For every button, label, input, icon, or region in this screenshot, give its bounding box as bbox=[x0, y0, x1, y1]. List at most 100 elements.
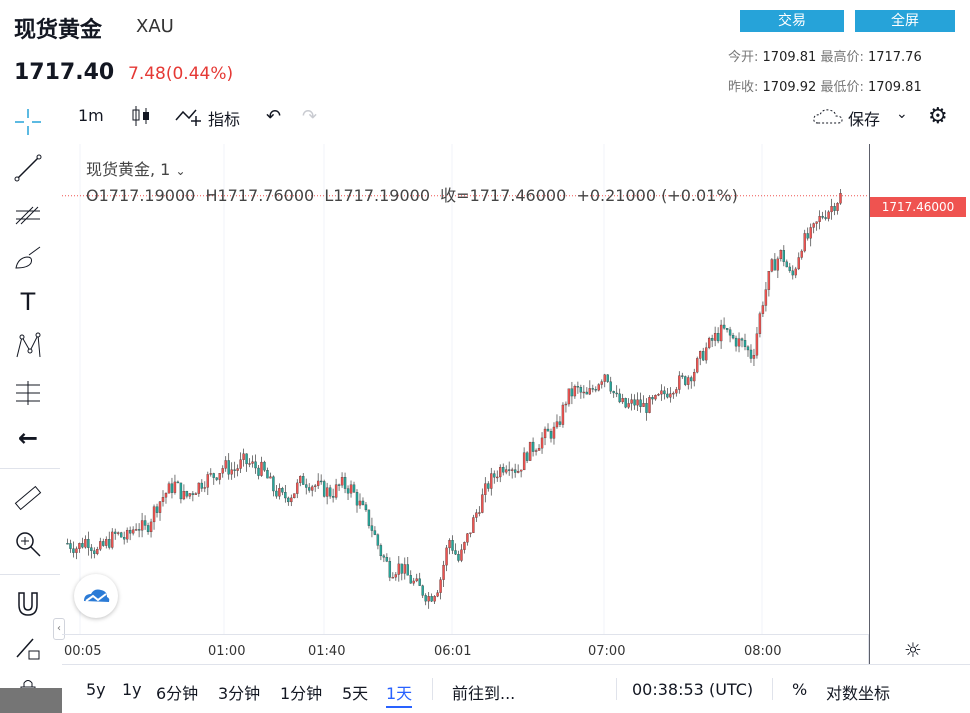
candle-body bbox=[269, 476, 272, 479]
x-tick-label: 00:05 bbox=[64, 644, 102, 659]
text-tool-icon[interactable]: T bbox=[12, 286, 44, 318]
candle-body bbox=[87, 539, 90, 548]
indicators-icon[interactable] bbox=[174, 104, 204, 132]
range-1min[interactable]: 1分钟 bbox=[280, 680, 322, 704]
candle-body bbox=[543, 428, 547, 439]
candle-body bbox=[349, 484, 353, 494]
zoom-in-icon[interactable] bbox=[12, 528, 44, 560]
candle-body bbox=[594, 389, 597, 391]
candle-body bbox=[358, 500, 362, 506]
range-1y[interactable]: 1y bbox=[122, 680, 142, 699]
save-button[interactable]: 保存 bbox=[848, 106, 880, 130]
indicators-button[interactable]: 指标 bbox=[208, 106, 240, 130]
candle-body bbox=[719, 324, 723, 342]
candle-body bbox=[284, 492, 287, 499]
candle-body bbox=[561, 404, 565, 425]
candle-body bbox=[230, 469, 233, 475]
fullscreen-button[interactable]: 全屏 bbox=[855, 10, 955, 32]
cloud-icon[interactable] bbox=[812, 106, 844, 130]
lock-pencil-icon[interactable] bbox=[12, 632, 44, 664]
utc-clock[interactable]: 00:38:53 (UTC) bbox=[632, 680, 753, 699]
chevron-down-icon[interactable]: ⌄ bbox=[896, 106, 908, 122]
candle-body bbox=[340, 477, 344, 486]
candle-body bbox=[800, 250, 803, 258]
high-value: 1717.76 bbox=[867, 50, 922, 65]
candle-body bbox=[236, 468, 239, 471]
bottom-divider bbox=[432, 678, 433, 700]
candle-body bbox=[296, 482, 299, 494]
candle-body bbox=[702, 351, 705, 361]
range-1d[interactable]: 1天 bbox=[386, 680, 413, 708]
log-scale-toggle[interactable]: 对数坐标 bbox=[826, 680, 890, 704]
candle-body bbox=[785, 261, 788, 268]
percent-toggle[interactable]: % bbox=[792, 680, 807, 699]
range-5y[interactable]: 5y bbox=[86, 680, 106, 699]
candle-body bbox=[570, 388, 574, 397]
candle-body bbox=[615, 392, 618, 395]
back-arrow-icon[interactable]: ← bbox=[12, 422, 44, 454]
candle-body bbox=[534, 450, 538, 452]
bottom-divider bbox=[616, 678, 617, 700]
candle-body bbox=[782, 250, 785, 262]
legend-instrument[interactable]: 现货黄金, 1 ⌄ bbox=[86, 156, 186, 180]
measure-lines-icon[interactable] bbox=[12, 376, 44, 408]
candle-body bbox=[322, 481, 326, 497]
settings-gear-icon[interactable]: ⚙ bbox=[928, 106, 948, 128]
candle-body bbox=[146, 525, 150, 533]
candle-body bbox=[164, 493, 168, 498]
candle-body bbox=[278, 488, 281, 497]
prev-close-value: 1709.92 bbox=[762, 80, 817, 95]
candle-body bbox=[460, 549, 463, 561]
trend-line-icon[interactable] bbox=[12, 152, 44, 184]
drawing-toolbar: T ← bbox=[0, 100, 60, 713]
fib-tool-icon[interactable] bbox=[12, 196, 44, 228]
candle-body bbox=[281, 488, 284, 493]
instrument-title: 现货黄金 bbox=[14, 18, 103, 43]
candle-body bbox=[770, 259, 774, 272]
ruler-icon[interactable] bbox=[12, 482, 44, 514]
redo-icon[interactable]: ↷ bbox=[302, 106, 317, 127]
candle-type-icon[interactable] bbox=[130, 104, 152, 132]
candle-body bbox=[131, 529, 135, 534]
logo-bubble[interactable] bbox=[74, 574, 118, 618]
candle-body bbox=[376, 534, 380, 546]
interval-button[interactable]: 1m bbox=[78, 106, 104, 125]
candle-body bbox=[206, 474, 209, 488]
candle-body bbox=[179, 482, 183, 500]
goto-date-button[interactable]: 前往到... bbox=[452, 680, 515, 704]
candle-body bbox=[576, 386, 580, 388]
range-5d[interactable]: 5天 bbox=[342, 680, 368, 704]
range-6min[interactable]: 6分钟 bbox=[156, 680, 198, 704]
candle-body bbox=[93, 550, 96, 554]
chevron-down-icon[interactable]: ⌄ bbox=[175, 164, 185, 178]
candle-body bbox=[149, 521, 153, 533]
candle-body bbox=[355, 492, 359, 506]
candle-body bbox=[525, 452, 529, 461]
candle-body bbox=[66, 543, 69, 545]
chart-pane[interactable] bbox=[62, 144, 870, 634]
candle-body bbox=[803, 233, 806, 252]
candlestick-chart[interactable] bbox=[62, 144, 870, 634]
collapse-toolbar-handle[interactable]: ‹ bbox=[53, 618, 65, 640]
candle-body bbox=[251, 461, 254, 464]
candle-body bbox=[502, 467, 505, 473]
candle-body bbox=[651, 397, 654, 400]
candle-body bbox=[731, 335, 735, 339]
brush-icon[interactable] bbox=[12, 242, 44, 274]
crosshair-icon[interactable] bbox=[12, 106, 44, 138]
candle-body bbox=[830, 206, 833, 213]
candle-body bbox=[794, 268, 797, 276]
candle-body bbox=[484, 483, 487, 495]
undo-icon[interactable]: ↶ bbox=[266, 106, 281, 127]
candle-body bbox=[585, 391, 589, 395]
candle-body bbox=[475, 512, 478, 518]
trade-button[interactable]: 交易 bbox=[740, 10, 844, 32]
pattern-icon[interactable] bbox=[12, 330, 44, 362]
candle-body bbox=[734, 337, 738, 347]
stats-row-1: 今开: 1709.81 最高价: 1717.76 bbox=[728, 46, 922, 65]
candle-body bbox=[72, 548, 75, 553]
candle-body bbox=[755, 333, 759, 356]
range-3min[interactable]: 3分钟 bbox=[218, 680, 260, 704]
candle-body bbox=[385, 557, 389, 562]
magnet-icon[interactable] bbox=[12, 588, 44, 620]
